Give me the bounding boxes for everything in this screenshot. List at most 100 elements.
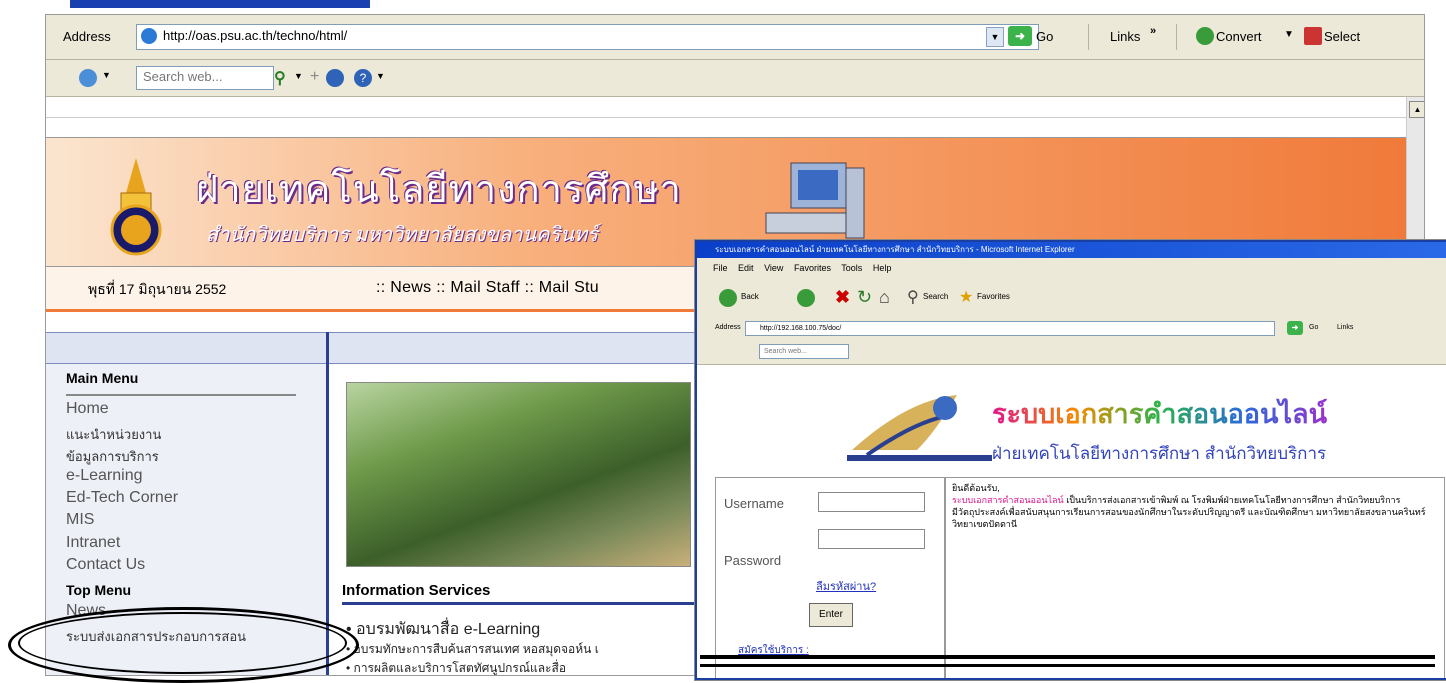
menu-item-home[interactable]: Home xyxy=(66,400,109,418)
site-logo-icon xyxy=(847,395,992,461)
url-dropdown-button[interactable]: ▼ xyxy=(986,27,1004,47)
search-icon[interactable]: ⚲ xyxy=(907,287,919,307)
menu-item-edtech-corner[interactable]: Ed-Tech Corner xyxy=(66,489,178,507)
toolbar-separator xyxy=(1176,24,1177,50)
url-field[interactable]: http://oas.psu.ac.th/techno/html/ xyxy=(136,24,1039,50)
divider-plus-icon: + xyxy=(310,68,320,85)
enter-button[interactable]: Enter xyxy=(809,603,853,627)
search-input[interactable]: Search web... xyxy=(136,66,274,90)
top-strip xyxy=(0,0,1446,14)
popup-search-input[interactable]: Search web... xyxy=(759,344,849,359)
welcome-title: ยินดีต้อนรับ, xyxy=(952,483,1000,493)
column-divider xyxy=(326,332,329,366)
garden-photo xyxy=(346,382,691,567)
favorites-button[interactable]: Favorites xyxy=(977,292,1010,301)
menu-view[interactable]: View xyxy=(764,263,783,273)
convert-dropdown-icon[interactable]: ▼ xyxy=(1284,29,1294,40)
popup-title-bar: ระบบเอกสารคำสอนออนไลน์ ฝ่ายเทคโนโลยีทางก… xyxy=(697,242,1446,258)
menu-item-mis[interactable]: MIS xyxy=(66,511,94,529)
favorites-star-icon[interactable]: ★ xyxy=(959,287,973,307)
nav-links[interactable]: :: News :: Mail Staff :: Mail Stu xyxy=(376,279,599,297)
back-button[interactable]: Back xyxy=(741,292,759,301)
go-arrow-icon[interactable]: ➜ xyxy=(1008,26,1032,46)
scroll-up-icon[interactable]: ▲ xyxy=(1409,101,1424,118)
bottom-rule xyxy=(700,655,1435,659)
bottom-rule xyxy=(700,664,1435,667)
top-menu-title: Top Menu xyxy=(66,582,132,598)
search-toolbar: ▼ Search web... ⚲ ▼ + ? ▼ xyxy=(46,60,1424,97)
home-icon[interactable]: ⌂ xyxy=(879,287,890,308)
info-services-title: Information Services xyxy=(342,582,491,599)
password-label: Password xyxy=(724,553,782,568)
info-item[interactable]: • อบรมพัฒนาสื่อ e-Learning xyxy=(346,617,540,642)
search-magnifier-icon[interactable]: ⚲ xyxy=(274,68,286,88)
menu-help[interactable]: Help xyxy=(873,263,892,273)
menu-divider xyxy=(66,394,296,396)
toolbar-separator xyxy=(1088,24,1089,50)
popup-menu-bar: File Edit View Favorites Tools Help xyxy=(697,258,1446,278)
popup-links-button[interactable]: Links xyxy=(1337,324,1353,331)
university-seal-icon xyxy=(110,158,162,256)
menu-item-intranet[interactable]: Intranet xyxy=(66,534,120,552)
password-input[interactable] xyxy=(818,529,925,549)
help-icon[interactable]: ? xyxy=(354,69,372,87)
welcome-description-2: มีวัตถุประสงค์เพื่อสนับสนุนการเรียนการสอ… xyxy=(952,507,1426,529)
ie-page-icon xyxy=(141,28,157,44)
popup-url-field[interactable]: http://192.168.100.75/doc/ xyxy=(745,321,1275,336)
blue-header-fragment xyxy=(70,0,370,8)
popup-browser-window: ระบบเอกสารคำสอนออนไลน์ ฝ่ายเทคโนโลยีทางก… xyxy=(695,240,1446,680)
url-text: http://oas.psu.ac.th/techno/html/ xyxy=(163,28,348,43)
welcome-highlight: ระบบเอกสารคำสอนออนไลน์ xyxy=(952,495,1064,505)
search-provider-dropdown-icon[interactable]: ▼ xyxy=(102,70,111,80)
menu-edit[interactable]: Edit xyxy=(738,263,754,273)
go-button[interactable]: Go xyxy=(1036,29,1053,44)
info-item[interactable]: • การผลิตและบริการโสตทัศนูปกรณ์และสื่อ xyxy=(346,659,566,675)
popup-go-icon[interactable]: ➜ xyxy=(1287,321,1303,335)
banner-subtitle: สำนักวิทยบริการ มหาวิทยาลัยสงขลานครินทร์ xyxy=(206,224,598,246)
search-button[interactable]: Search xyxy=(923,292,948,301)
links-button[interactable]: Links xyxy=(1110,29,1140,44)
username-label: Username xyxy=(724,496,784,511)
popup-address-label: Address xyxy=(715,324,741,331)
convert-icon xyxy=(1196,27,1214,45)
welcome-description: ระบบเอกสารคำสอนออนไลน์ เป็นบริการส่งเอกส… xyxy=(952,495,1401,505)
search-options-icon[interactable]: ▼ xyxy=(294,71,303,81)
popup-search-toolbar: Search web... xyxy=(697,340,1446,365)
banner-title: ฝ่ายเทคโนโลยีทางการศึกษา xyxy=(196,167,682,211)
globe-icon[interactable] xyxy=(326,69,344,87)
refresh-icon[interactable]: ↻ xyxy=(857,287,872,308)
page-top-bar xyxy=(46,117,1406,137)
highlight-oval-inner xyxy=(18,612,347,674)
search-provider-icon[interactable] xyxy=(79,69,97,87)
convert-button[interactable]: Convert xyxy=(1216,29,1262,44)
address-bar: Address http://oas.psu.ac.th/techno/html… xyxy=(46,15,1424,60)
popup-address-bar: Address http://192.168.100.75/doc/ ➜ Go … xyxy=(697,318,1446,341)
main-menu-title: Main Menu xyxy=(66,370,139,386)
current-date: พุธที่ 17 มิถุนายน 2552 xyxy=(88,281,227,297)
username-input[interactable] xyxy=(818,492,925,512)
welcome-panel: ยินดีต้อนรับ, ระบบเอกสารคำสอนออนไลน์ เป็… xyxy=(945,477,1445,678)
forgot-password-link[interactable]: ลืมรหัสผ่าน? xyxy=(816,577,876,595)
menu-item-contact[interactable]: Contact Us xyxy=(66,556,145,574)
site-subtitle: ฝ่ายเทคโนโลยีทางการศึกษา สำนักวิทยบริการ xyxy=(992,444,1327,463)
menu-favorites[interactable]: Favorites xyxy=(794,263,831,273)
info-item[interactable]: • อบรมทักษะการสืบค้นสารสนเทศ หอสมุดจอห์น… xyxy=(346,640,599,659)
links-more-icon[interactable]: » xyxy=(1150,25,1156,37)
login-box: Username Password ลืมรหัสผ่าน? Enter สมั… xyxy=(715,477,945,678)
popup-toolbar: Back ✖ ↻ ⌂ ⚲ Search ★ Favorites xyxy=(697,278,1446,319)
select-button[interactable]: Select xyxy=(1324,29,1360,44)
back-icon[interactable] xyxy=(719,289,737,307)
address-label: Address xyxy=(63,29,111,44)
menu-tools[interactable]: Tools xyxy=(841,263,862,273)
select-icon xyxy=(1304,27,1322,45)
menu-item-services[interactable]: ข้อมูลการบริการ xyxy=(66,446,159,467)
info-services-rule xyxy=(342,602,697,605)
menu-file[interactable]: File xyxy=(713,263,728,273)
help-dropdown-icon[interactable]: ▼ xyxy=(376,71,385,81)
menu-item-about[interactable]: แนะนำหน่วยงาน xyxy=(66,424,161,445)
stop-icon[interactable]: ✖ xyxy=(835,287,850,308)
site-title: ระบบเอกสารคำสอนออนไลน์ xyxy=(992,392,1327,435)
forward-icon[interactable] xyxy=(797,289,815,307)
menu-item-elearning[interactable]: e-Learning xyxy=(66,467,143,485)
popup-go-button[interactable]: Go xyxy=(1309,324,1318,331)
